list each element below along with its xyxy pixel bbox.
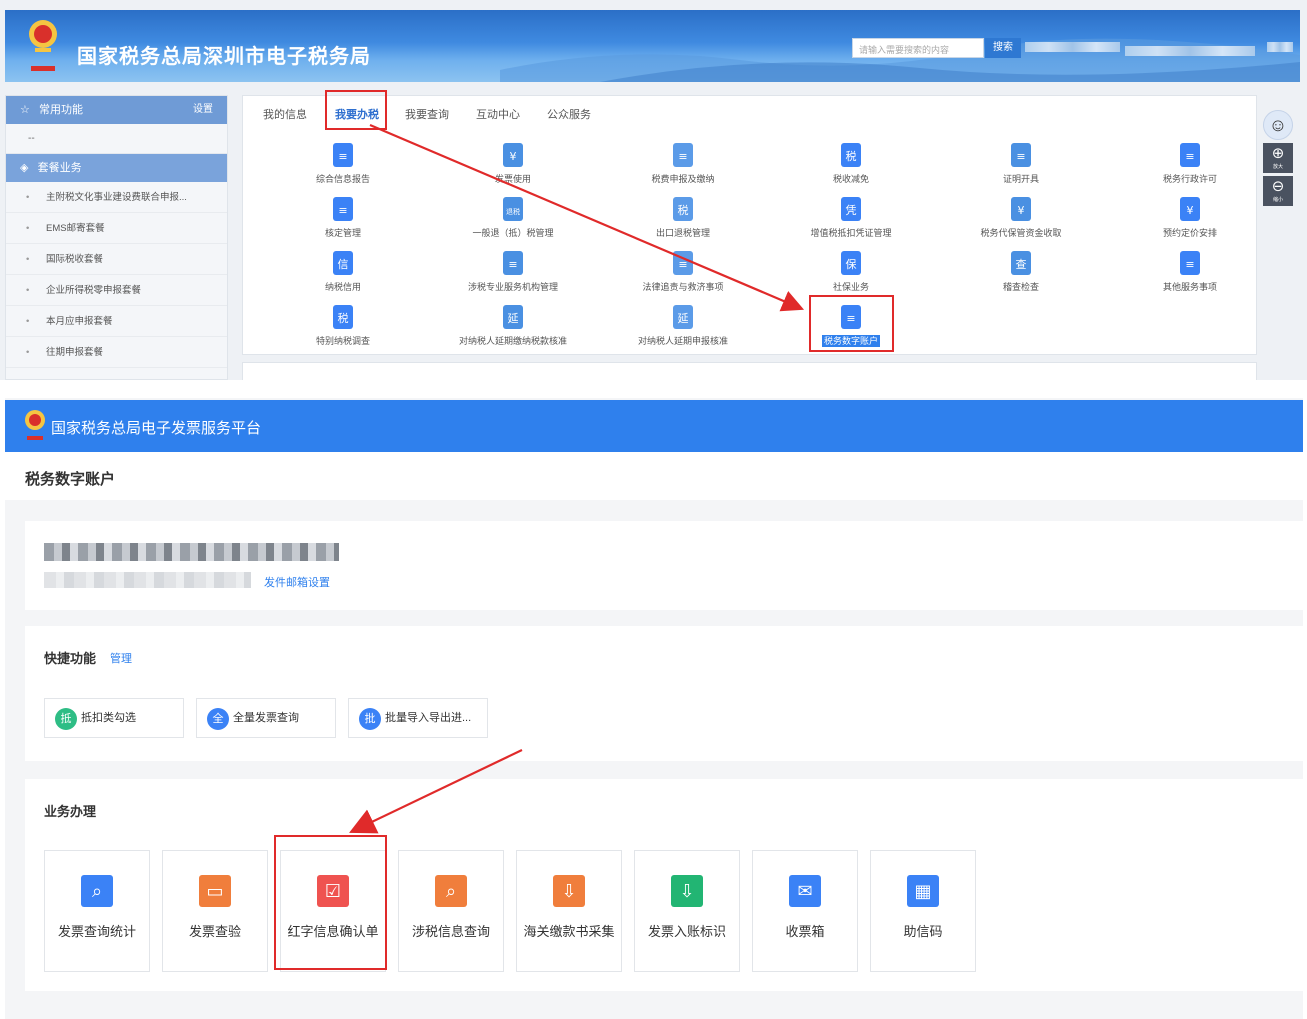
invoice-platform-screenshot: 国家税务总局电子发票服务平台 税务数字账户 发件邮箱设置 快捷功能 管理 抵抵扣… — [5, 398, 1303, 1019]
annotation-arrow — [369, 123, 805, 312]
annotation-arrow — [349, 749, 523, 834]
etax-portal-screenshot: 国家税务总局深圳市电子税务局 请输入需要搜索的内容 搜索 ☆ 常用功能 设置 -… — [0, 0, 1307, 380]
